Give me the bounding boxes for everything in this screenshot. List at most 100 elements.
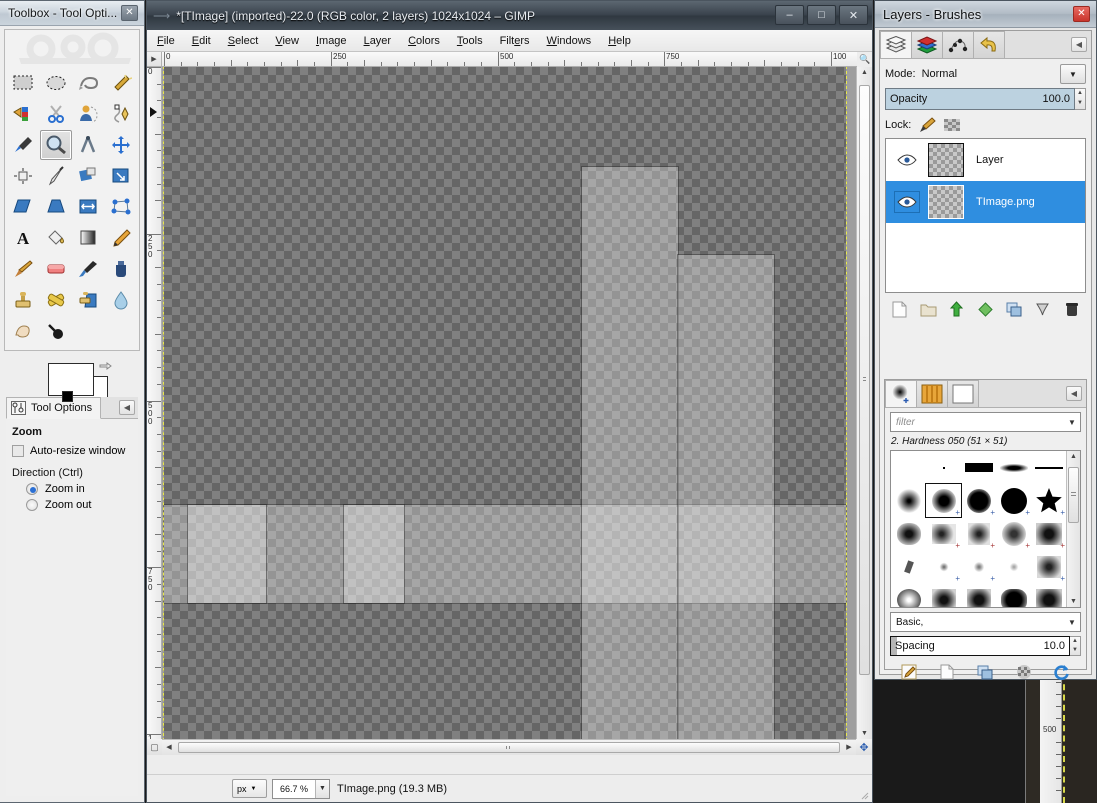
paintbrush-tool[interactable] [7, 254, 39, 284]
ellipse-select-tool[interactable] [40, 68, 72, 98]
scroll-up-arrow[interactable]: ▲ [857, 69, 872, 76]
spacing-spinner[interactable]: ▲ ▼ [1070, 636, 1081, 656]
brush-category-combo[interactable]: Basic, ▼ [890, 612, 1081, 632]
table-row[interactable]: TImage.png [886, 181, 1085, 223]
tab-tool-options[interactable]: Tool Options [6, 397, 102, 419]
scroll-up-arrow[interactable]: ▲ [1067, 453, 1080, 460]
scroll-right-arrow[interactable]: ▶ [844, 743, 854, 751]
select-by-color-tool[interactable] [7, 99, 39, 129]
swap-colors-icon[interactable] [99, 361, 112, 374]
duplicate-layer-button[interactable] [975, 299, 995, 319]
layer-visibility-toggle[interactable] [886, 191, 928, 213]
brush-cell[interactable] [891, 451, 926, 484]
delete-layer-button[interactable] [1062, 299, 1082, 319]
menu-image[interactable]: Image [316, 35, 347, 47]
brush-cell[interactable] [891, 550, 926, 583]
vertical-ruler[interactable]: 025050075010 [147, 67, 162, 740]
rotate-tool[interactable] [73, 161, 105, 191]
navigation-preview-button[interactable]: ✥ [856, 739, 872, 755]
tab-channels[interactable] [911, 31, 943, 58]
perspective-tool[interactable] [40, 192, 72, 222]
cage-transform-tool[interactable] [105, 192, 137, 222]
tab-paths[interactable] [942, 31, 974, 58]
airbrush-tool[interactable] [73, 254, 105, 284]
brush-cell[interactable]: + [996, 484, 1031, 517]
spinner-up[interactable]: ▲ [1075, 89, 1085, 99]
fuzzy-select-tool[interactable] [105, 68, 137, 98]
brush-cell[interactable]: + [1031, 484, 1066, 517]
opacity-slider[interactable]: Opacity 100.0 [885, 88, 1075, 110]
scale-tool[interactable] [105, 161, 137, 191]
heal-tool[interactable] [40, 285, 72, 315]
new-brush-button[interactable] [937, 662, 957, 682]
chevron-down-icon[interactable]: ▼ [1064, 618, 1080, 627]
close-button[interactable]: ✕ [839, 5, 868, 25]
color-picker-tool[interactable] [7, 130, 39, 160]
chevron-down-icon[interactable]: ▼ [1064, 418, 1080, 427]
delete-brush-button[interactable] [1014, 662, 1034, 682]
ruler-zoom-icon[interactable]: 🔍 [858, 52, 872, 67]
dock-close-button[interactable]: ✕ [1073, 6, 1090, 22]
brush-cell[interactable] [996, 583, 1031, 607]
dock-titlebar[interactable]: Layers - Brushes ✕ [875, 1, 1096, 28]
edit-brush-button[interactable] [899, 662, 919, 682]
tab-patterns[interactable] [916, 380, 948, 407]
spinner-up[interactable]: ▲ [1070, 637, 1080, 646]
foreground-select-tool[interactable] [73, 99, 105, 129]
dodge-burn-tool[interactable] [40, 316, 72, 346]
brush-filter-input[interactable]: filter ▼ [890, 412, 1081, 432]
scroll-left-arrow[interactable]: ◀ [164, 743, 174, 751]
brush-grid[interactable]: + + + + + + + + + + + [891, 451, 1066, 607]
smudge-tool[interactable] [7, 316, 39, 346]
text-tool[interactable]: A [7, 223, 39, 253]
menu-windows[interactable]: Windows [547, 35, 592, 47]
table-row[interactable]: Layer [886, 139, 1085, 181]
menu-colors[interactable]: Colors [408, 35, 440, 47]
brush-cell[interactable] [891, 484, 926, 517]
vertical-scroll-thumb[interactable] [859, 85, 870, 675]
merge-down-button[interactable] [1033, 299, 1053, 319]
horizontal-ruler[interactable]: 0 250 500 750 100 [162, 52, 857, 67]
brush-cell[interactable]: + [961, 517, 996, 550]
crop-tool[interactable] [40, 161, 72, 191]
menu-select[interactable]: Select [228, 35, 259, 47]
measure-tool[interactable] [73, 130, 105, 160]
brush-cell[interactable] [961, 451, 996, 484]
zoom-selector[interactable]: 66.7 % ▼ [272, 778, 330, 799]
unit-selector[interactable]: px ▼ [232, 779, 267, 798]
lock-pixels-icon[interactable] [918, 117, 937, 133]
shear-tool[interactable] [7, 192, 39, 222]
brush-cell[interactable]: + [926, 550, 961, 583]
spinner-down[interactable]: ▼ [1075, 99, 1085, 109]
menu-edit[interactable]: Edit [192, 35, 211, 47]
brush-cell[interactable] [961, 583, 996, 607]
menu-file[interactable]: File [157, 35, 175, 47]
canvas-viewport[interactable] [162, 67, 856, 739]
perspective-clone-tool[interactable] [73, 285, 105, 315]
lock-alpha-icon[interactable] [943, 117, 961, 133]
blur-sharpen-tool[interactable] [105, 285, 137, 315]
brush-cell[interactable] [996, 550, 1031, 583]
duplicate-brush-button[interactable] [975, 662, 995, 682]
radio-zoom-out[interactable]: Zoom out [26, 499, 132, 511]
paths-tool[interactable] [105, 99, 137, 129]
tab-undo-history[interactable] [973, 31, 1005, 58]
menu-tools[interactable]: Tools [457, 35, 483, 47]
brush-cell[interactable]: + [925, 483, 962, 518]
tab-layers[interactable] [880, 31, 912, 58]
alignment-tool[interactable] [7, 161, 39, 191]
brush-scroll-thumb[interactable] [1068, 467, 1079, 523]
opacity-spinner[interactable]: ▲ ▼ [1075, 88, 1086, 110]
brush-cell[interactable]: + [961, 484, 996, 517]
ruler-corner-menu[interactable]: ▶ [147, 52, 162, 67]
dock-menu-button[interactable]: ◀ [1071, 37, 1087, 52]
new-layer-button[interactable] [889, 299, 909, 319]
layer-list[interactable]: Layer TImage.png [885, 138, 1086, 293]
brush-cell[interactable] [891, 583, 926, 607]
brush-cell[interactable] [996, 451, 1031, 484]
resize-grip[interactable] [859, 790, 869, 800]
vertical-scrollbar[interactable]: ▲ ▼ [856, 67, 872, 739]
spacing-slider[interactable]: Spacing 10.0 [890, 636, 1070, 656]
ink-tool[interactable] [105, 254, 137, 284]
scissors-select-tool[interactable] [40, 99, 72, 129]
